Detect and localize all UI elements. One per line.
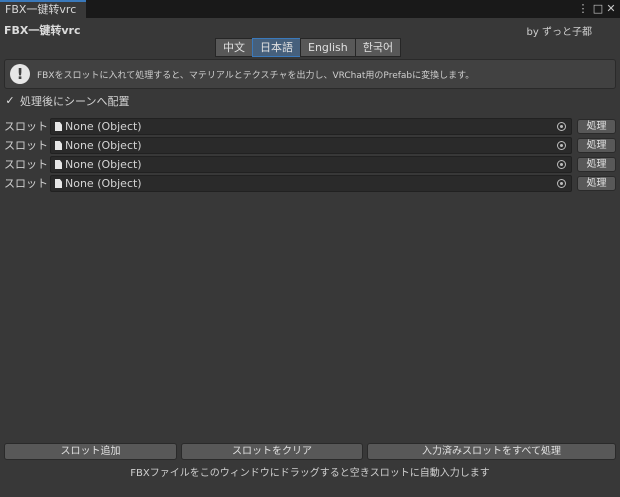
lang-tab-english[interactable]: English bbox=[300, 38, 356, 57]
info-text: FBXをスロットに入れて処理すると、マテリアルとテクスチャを出力し、VRChat… bbox=[37, 71, 475, 81]
document-icon bbox=[55, 141, 62, 150]
object-field-value: None (Object) bbox=[65, 120, 142, 133]
slot-row-3: スロット 3 None (Object) 処理 bbox=[0, 156, 620, 173]
process-slot-button[interactable]: 処理 bbox=[577, 176, 616, 191]
maximize-icon[interactable]: □ bbox=[592, 0, 604, 18]
document-icon bbox=[55, 122, 62, 131]
close-icon[interactable]: ✕ bbox=[605, 0, 617, 18]
document-icon bbox=[55, 160, 62, 169]
process-slot-button[interactable]: 処理 bbox=[577, 119, 616, 134]
object-field[interactable]: None (Object) bbox=[50, 156, 572, 173]
clear-slots-button[interactable]: スロットをクリア bbox=[181, 443, 363, 460]
object-picker-icon[interactable] bbox=[557, 160, 566, 169]
object-field-value: None (Object) bbox=[65, 158, 142, 171]
exclamation-icon: ! bbox=[10, 64, 30, 84]
window-tab[interactable]: FBX一键转vrc bbox=[0, 0, 86, 18]
lang-tab-chinese[interactable]: 中文 bbox=[215, 38, 253, 57]
kebab-menu-icon[interactable]: ⋮ bbox=[577, 0, 589, 18]
process-all-button[interactable]: 入力済みスロットをすべて処理 bbox=[367, 443, 616, 460]
document-icon bbox=[55, 179, 62, 188]
process-slot-button[interactable]: 処理 bbox=[577, 157, 616, 172]
lang-tab-japanese[interactable]: 日本語 bbox=[252, 38, 301, 57]
object-field[interactable]: None (Object) bbox=[50, 137, 572, 154]
checkbox[interactable]: ✓ bbox=[4, 95, 16, 107]
object-field-value: None (Object) bbox=[65, 139, 142, 152]
add-slot-button[interactable]: スロット追加 bbox=[4, 443, 177, 460]
process-slot-button[interactable]: 処理 bbox=[577, 138, 616, 153]
object-field[interactable]: None (Object) bbox=[50, 118, 572, 135]
info-box: ! FBXをスロットに入れて処理すると、マテリアルとテクスチャを出力し、VRCh… bbox=[4, 59, 616, 89]
object-picker-icon[interactable] bbox=[557, 141, 566, 150]
slot-row-1: スロット 1 None (Object) 処理 bbox=[0, 118, 620, 135]
slot-row-2: スロット 2 None (Object) 処理 bbox=[0, 137, 620, 154]
place-in-scene-option[interactable]: ✓ 処理後にシーンへ配置 bbox=[4, 94, 130, 109]
object-field[interactable]: None (Object) bbox=[50, 175, 572, 192]
object-field-value: None (Object) bbox=[65, 177, 142, 190]
object-picker-icon[interactable] bbox=[557, 122, 566, 131]
drag-drop-hint: FBXファイルをこのウィンドウにドラッグすると空きスロットに自動入力します bbox=[130, 468, 490, 479]
checkbox-label: 処理後にシーンへ配置 bbox=[20, 95, 130, 108]
lang-tab-korean[interactable]: 한국어 bbox=[354, 38, 402, 57]
author-byline: by ずっと子都 bbox=[526, 27, 592, 38]
window-titlebar: FBX一键转vrc ⋮ □ ✕ bbox=[0, 0, 620, 18]
slot-row-4: スロット 4 None (Object) 処理 bbox=[0, 175, 620, 192]
language-selector: 中文 日本語 English 한국어 bbox=[215, 38, 402, 57]
page-title: FBX一键转vrc bbox=[4, 24, 81, 37]
object-picker-icon[interactable] bbox=[557, 179, 566, 188]
